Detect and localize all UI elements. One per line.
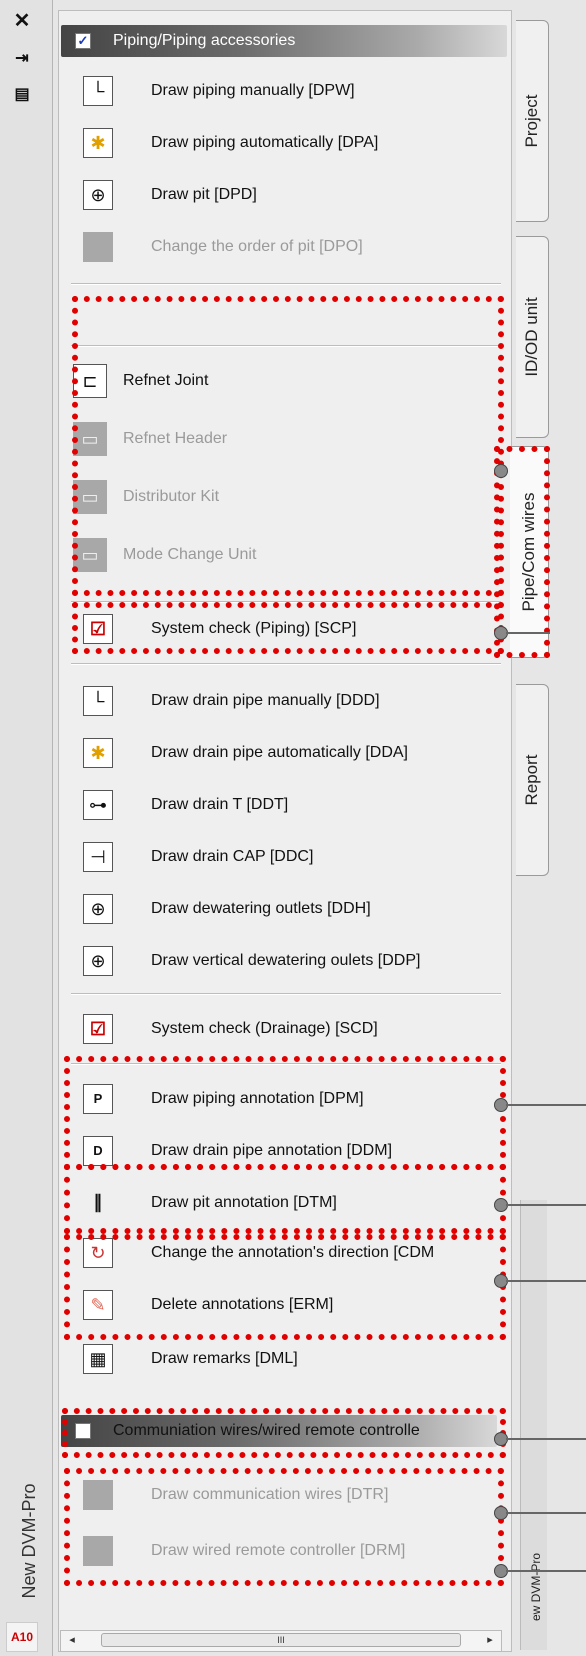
tool-item[interactable]: ⊕ Draw dewatering outlets [DDH] — [59, 881, 511, 937]
remarks-icon: ▦ — [83, 1344, 113, 1374]
leader-line — [506, 632, 550, 634]
drain-auto-icon: ✱ — [83, 738, 113, 768]
highlight-annotations — [64, 1056, 506, 1170]
tool-palette: ✓ Piping/Piping accessories └ Draw pipin… — [58, 10, 512, 1652]
leader-line — [506, 1204, 586, 1206]
leader-line — [506, 1280, 586, 1282]
tool-label: Draw piping manually [DPW] — [151, 82, 355, 99]
leader-point — [494, 464, 508, 478]
tool-item-disabled: Change the order of pit [DPO] — [59, 219, 511, 275]
tool-item[interactable]: ✱ Draw piping automatically [DPA] — [59, 115, 511, 171]
tab-id-od-unit[interactable]: ID/OD unit — [516, 236, 549, 438]
tab-project[interactable]: Project — [516, 20, 549, 222]
vertical-dewatering-icon: ⊕ — [83, 946, 113, 976]
highlight-refnet — [72, 296, 504, 596]
system-check-drainage-icon: ☑ — [83, 1014, 113, 1044]
drain-t-icon: ⊶ — [83, 790, 113, 820]
tool-item[interactable]: ⊕ Draw vertical dewatering oulets [DDP] — [59, 933, 511, 989]
leader-line — [506, 1570, 586, 1572]
tool-item[interactable]: ⊕ Draw pit [DPD] — [59, 167, 511, 223]
highlight-comm-items — [64, 1468, 504, 1586]
app-logo: A10 — [6, 1622, 38, 1652]
section-title: Piping/Piping accessories — [113, 32, 296, 49]
dewatering-outlet-icon: ⊕ — [83, 894, 113, 924]
tool-item[interactable]: ⊣ Draw drain CAP [DDC] — [59, 829, 511, 885]
tool-label: Draw drain CAP [DDC] — [151, 848, 314, 865]
pit-order-icon — [83, 232, 113, 262]
tool-label: System check (Drainage) [SCD] — [151, 1020, 378, 1037]
scroll-left-icon[interactable]: ◂ — [65, 1633, 79, 1647]
scroll-thumb[interactable]: III — [101, 1633, 461, 1647]
highlight-annotation-edit — [64, 1234, 506, 1340]
section-header-piping[interactable]: ✓ Piping/Piping accessories — [61, 25, 507, 57]
drain-cap-icon: ⊣ — [83, 842, 113, 872]
tool-item[interactable]: ⊶ Draw drain T [DDT] — [59, 777, 511, 833]
tool-label: Draw vertical dewatering oulets [DDP] — [151, 952, 421, 969]
tool-label: Draw drain pipe manually [DDD] — [151, 692, 380, 709]
drain-manual-icon: └ — [83, 686, 113, 716]
leader-line — [506, 1438, 586, 1440]
highlight-comm-header — [62, 1408, 506, 1458]
tool-item[interactable]: ☑ System check (Drainage) [SCD] — [59, 1001, 511, 1057]
tab-label: Report — [522, 754, 541, 806]
tool-label: Draw drain pipe automatically [DDA] — [151, 744, 408, 761]
right-strip-label: ew DVM-Pro — [529, 1553, 543, 1622]
tab-report[interactable]: Report — [516, 684, 549, 876]
tool-label: Change the order of pit [DPO] — [151, 238, 363, 255]
tool-item[interactable]: ✱ Draw drain pipe automatically [DDA] — [59, 725, 511, 781]
tool-label: Draw pit [DPD] — [151, 186, 257, 203]
tool-label: Draw dewatering outlets [DDH] — [151, 900, 371, 917]
close-icon[interactable]: ✕ — [10, 10, 34, 32]
highlight-system-check — [72, 602, 504, 654]
scroll-right-icon[interactable]: ▸ — [483, 1633, 497, 1647]
pipe-auto-icon: ✱ — [83, 128, 113, 158]
tab-label: ID/OD unit — [522, 297, 541, 377]
leader-line — [506, 1104, 586, 1106]
properties-icon[interactable]: ▤ — [10, 84, 34, 106]
tool-item[interactable]: └ Draw piping manually [DPW] — [59, 63, 511, 119]
tool-label: Draw drain T [DDT] — [151, 796, 289, 813]
palette-title: New DVM-Pro — [19, 1483, 39, 1599]
palette-title-bar: ✕ ⇥ ▤ New DVM-Pro — [0, 0, 53, 1656]
section-checkbox[interactable]: ✓ — [75, 33, 91, 49]
leader-line — [506, 1512, 586, 1514]
right-strip: ew DVM-Pro — [520, 1200, 547, 1650]
tool-item[interactable]: └ Draw drain pipe manually [DDD] — [59, 673, 511, 729]
auto-hide-icon[interactable]: ⇥ — [10, 48, 34, 70]
tool-label: Draw piping automatically [DPA] — [151, 134, 379, 151]
pit-icon: ⊕ — [83, 180, 113, 210]
tab-label: Project — [522, 94, 541, 148]
highlight-pit-annotation — [64, 1164, 506, 1234]
horizontal-scrollbar[interactable]: ◂ III ▸ — [60, 1630, 502, 1652]
pipe-manual-icon: └ — [83, 76, 113, 106]
